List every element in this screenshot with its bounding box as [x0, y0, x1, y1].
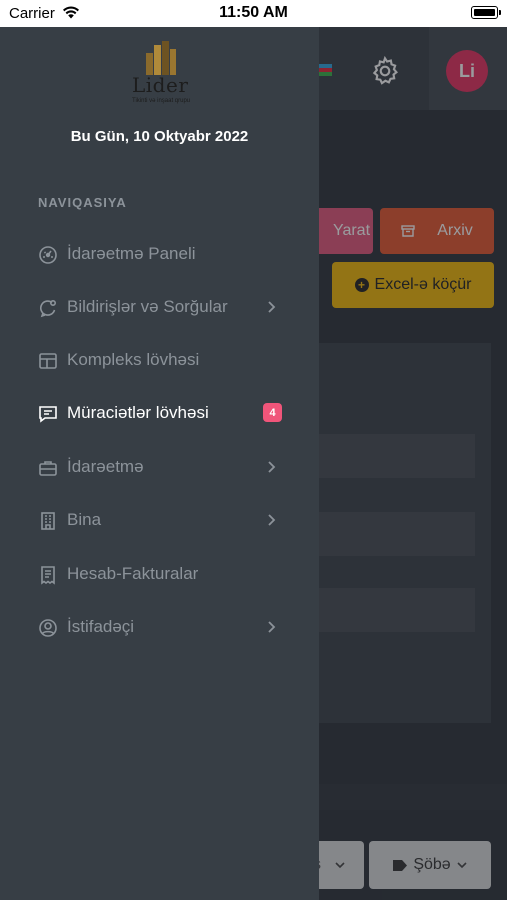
notification-badge: 4 [263, 403, 282, 422]
nav-item-label: Kompleks lövhəsi [67, 350, 200, 369]
board-icon [39, 353, 57, 369]
nav-item-user[interactable]: İstifadəçi [0, 607, 319, 647]
briefcase-icon [39, 461, 57, 476]
navigation-drawer: Lider Tikinti və inşaat qrupu Bu Gün, 10… [0, 27, 319, 900]
nav-item-label: İdarəetmə Paneli [67, 244, 196, 263]
nav-heading: NAVIQASIYA [38, 195, 127, 210]
building-icon [41, 512, 55, 530]
logo: Lider Tikinti və inşaat qrupu [128, 37, 194, 107]
chevron-right-icon [268, 461, 276, 473]
nav-item-invoices[interactable]: Hesab-Fakturalar [0, 554, 319, 594]
clock: 11:50 AM [219, 4, 288, 21]
user-icon [39, 619, 57, 637]
status-bar: Carrier 11:50 AM [0, 0, 507, 27]
nav-item-notifications[interactable]: Bildirişlər və Sorğular [0, 287, 319, 327]
nav-item-label: Bildirişlər və Sorğular [67, 297, 228, 316]
nav-item-building[interactable]: Bina [0, 500, 319, 540]
chevron-right-icon [268, 301, 276, 313]
dashboard-icon [39, 246, 57, 264]
chevron-right-icon [268, 621, 276, 633]
logo-brand: Lider [132, 73, 189, 97]
nav-item-label: Hesab-Fakturalar [67, 564, 199, 583]
logo-tagline: Tikinti və inşaat qrupu [132, 98, 191, 104]
nav-item-complex-board[interactable]: Kompleks lövhəsi [0, 340, 319, 380]
chevron-right-icon [268, 514, 276, 526]
nav-item-dashboard[interactable]: İdarəetmə Paneli [0, 234, 319, 274]
invoice-icon [41, 566, 55, 585]
nav-item-label: Bina [67, 510, 102, 529]
nav-item-requests-board[interactable]: Müraciətlər lövhəsi 4 [0, 393, 319, 433]
nav-item-label: İstifadəçi [67, 617, 135, 636]
notification-icon [40, 299, 57, 318]
battery-icon [471, 6, 501, 19]
building-logo-icon [146, 41, 176, 75]
nav-item-management[interactable]: İdarəetmə [0, 447, 319, 487]
nav-item-label: Müraciətlər lövhəsi [67, 403, 209, 422]
nav-item-label: İdarəetmə [67, 457, 144, 476]
today-date: Bu Gün, 10 Oktyabr 2022 [70, 128, 249, 145]
message-icon [39, 406, 57, 423]
